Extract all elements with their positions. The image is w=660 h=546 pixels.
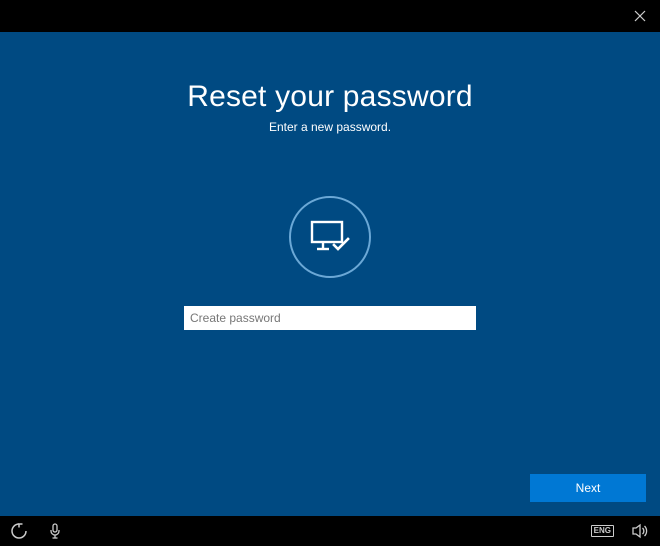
password-input[interactable] (184, 306, 476, 330)
close-icon (634, 10, 646, 22)
volume-button[interactable] (632, 522, 650, 540)
ease-of-access-icon (11, 523, 27, 539)
taskbar: ENG (0, 516, 660, 546)
titlebar (0, 0, 660, 32)
microphone-button[interactable] (46, 522, 64, 540)
ime-indicator[interactable]: ENG (591, 525, 614, 537)
next-button[interactable]: Next (530, 474, 646, 502)
page-title: Reset your password (187, 80, 473, 114)
microphone-icon (48, 523, 62, 539)
device-checked-icon (289, 196, 371, 278)
main-stage: Reset your password Enter a new password… (0, 32, 660, 516)
page-subtitle: Enter a new password. (269, 120, 391, 134)
ease-of-access-button[interactable] (10, 522, 28, 540)
close-button[interactable] (630, 6, 650, 26)
volume-icon (632, 523, 650, 539)
